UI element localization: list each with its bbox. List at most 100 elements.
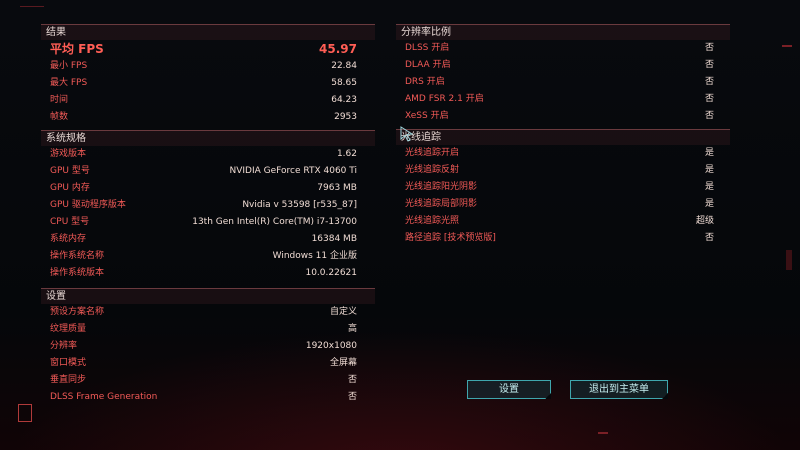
results-section: 结果 平均 FPS 45.97 最小 FPS 22.84 最大 FPS 58.6… — [41, 24, 375, 126]
scaling-label: DRS 开启 — [405, 77, 445, 87]
scaling-row: XeSS 开启 否 — [396, 108, 730, 125]
ray-tracing-section: 光线追踪 光线追踪开启 是 光线追踪反射 是 光线追踪阳光阴影 是 光线追踪局部… — [396, 129, 730, 247]
scaling-value: 否 — [704, 111, 714, 121]
setting-label: 纹理质量 — [50, 324, 87, 334]
spec-label: CPU 型号 — [50, 217, 90, 227]
scaling-value: 否 — [704, 94, 714, 104]
setting-value: 高 — [347, 324, 357, 334]
ray-tracing-label: 光线追踪光照 — [405, 216, 460, 226]
ray-tracing-row: 光线追踪局部阴影 是 — [396, 196, 730, 213]
decor-tick — [598, 432, 608, 434]
ray-tracing-row: 光线追踪反射 是 — [396, 162, 730, 179]
ray-tracing-value: 是 — [704, 182, 714, 192]
results-header: 结果 — [41, 24, 375, 40]
scaling-row: AMD FSR 2.1 开启 否 — [396, 91, 730, 108]
scaling-label: DLAA 开启 — [405, 60, 451, 70]
spec-label: 操作系统版本 — [50, 268, 105, 278]
spec-value: 7963 MB — [317, 183, 357, 193]
exit-to-main-menu-button[interactable]: 退出到主菜单 — [570, 380, 668, 399]
ray-tracing-label: 光线追踪开启 — [405, 148, 460, 158]
settings-button[interactable]: 设置 — [467, 380, 551, 399]
resolution-scaling-header: 分辨率比例 — [396, 24, 730, 40]
ray-tracing-row: 光线追踪阳光阴影 是 — [396, 179, 730, 196]
stat-label: 最大 FPS — [50, 78, 88, 88]
stat-value: 2953 — [334, 112, 357, 122]
spec-label: 操作系统名称 — [50, 251, 105, 261]
spec-label: GPU 驱动程序版本 — [50, 200, 126, 210]
decor-tick — [786, 250, 792, 270]
stat-label: 帧数 — [50, 112, 69, 122]
spec-row: 游戏版本 1.62 — [41, 146, 375, 163]
setting-value: 否 — [347, 392, 357, 402]
spec-value: 10.0.22621 — [305, 268, 357, 278]
ray-tracing-value: 是 — [704, 199, 714, 209]
scaling-row: DLSS 开启 否 — [396, 40, 730, 57]
setting-label: 预设方案名称 — [50, 307, 105, 317]
spec-label: 系统内存 — [50, 234, 87, 244]
ray-tracing-row: 光线追踪开启 是 — [396, 145, 730, 162]
ray-tracing-value: 是 — [704, 165, 714, 175]
ray-tracing-header: 光线追踪 — [396, 129, 730, 145]
stat-row: 帧数 2953 — [41, 109, 375, 126]
spec-row: GPU 内存 7963 MB — [41, 180, 375, 197]
setting-row: 纹理质量 高 — [41, 321, 375, 338]
stat-value: 58.65 — [331, 78, 357, 88]
mouse-cursor-icon — [400, 126, 414, 142]
ray-tracing-label: 路径追踪 [技术预览版] — [405, 233, 496, 243]
avg-fps-value: 45.97 — [319, 42, 357, 56]
stat-value: 22.84 — [331, 61, 357, 71]
scaling-row: DLAA 开启 否 — [396, 57, 730, 74]
settings-section: 设置 预设方案名称 自定义 纹理质量 高 分辨率 1920x1080 窗口模式 … — [41, 288, 375, 406]
scaling-label: DLSS 开启 — [405, 43, 450, 53]
setting-row: 垂直同步 否 — [41, 372, 375, 389]
stat-row: 时间 64.23 — [41, 92, 375, 109]
setting-label: 垂直同步 — [50, 375, 87, 385]
setting-label: 分辨率 — [50, 341, 78, 351]
ray-tracing-value: 是 — [704, 148, 714, 158]
avg-fps-row: 平均 FPS 45.97 — [41, 40, 375, 58]
ray-tracing-row: 路径追踪 [技术预览版] 否 — [396, 230, 730, 247]
spec-value: Nvidia v 53598 [r535_87] — [242, 200, 357, 210]
ray-tracing-label: 光线追踪反射 — [405, 165, 460, 175]
spec-row: 操作系统版本 10.0.22621 — [41, 265, 375, 282]
spec-label: GPU 内存 — [50, 183, 90, 193]
setting-row: DLSS Frame Generation 否 — [41, 389, 375, 406]
setting-row: 窗口模式 全屏幕 — [41, 355, 375, 372]
ray-tracing-label: 光线追踪局部阴影 — [405, 199, 478, 209]
spec-value: Windows 11 企业版 — [272, 251, 357, 261]
spec-row: GPU 驱动程序版本 Nvidia v 53598 [r535_87] — [41, 197, 375, 214]
spec-row: GPU 型号 NVIDIA GeForce RTX 4060 Ti — [41, 163, 375, 180]
stat-label: 最小 FPS — [50, 61, 88, 71]
resolution-scaling-section: 分辨率比例 DLSS 开启 否 DLAA 开启 否 DRS 开启 否 AMD F… — [396, 24, 730, 125]
scaling-row: DRS 开启 否 — [396, 74, 730, 91]
setting-label: 窗口模式 — [50, 358, 87, 368]
spec-label: GPU 型号 — [50, 166, 90, 176]
spec-value: 13th Gen Intel(R) Core(TM) i7-13700 — [192, 217, 357, 227]
ray-tracing-row: 光线追踪光照 超级 — [396, 213, 730, 230]
spec-value: NVIDIA GeForce RTX 4060 Ti — [229, 166, 357, 176]
stat-value: 64.23 — [331, 95, 357, 105]
setting-value: 全屏幕 — [329, 358, 357, 368]
system-specs-header: 系统规格 — [41, 130, 375, 146]
scaling-value: 否 — [704, 60, 714, 70]
spec-row: 操作系统名称 Windows 11 企业版 — [41, 248, 375, 265]
scaling-label: AMD FSR 2.1 开启 — [405, 94, 484, 104]
avg-fps-label: 平均 FPS — [50, 42, 104, 56]
spec-row: CPU 型号 13th Gen Intel(R) Core(TM) i7-137… — [41, 214, 375, 231]
spec-value: 16384 MB — [311, 234, 357, 244]
spec-label: 游戏版本 — [50, 149, 87, 159]
benchmark-results-screen: 结果 平均 FPS 45.97 最小 FPS 22.84 最大 FPS 58.6… — [0, 0, 800, 450]
ray-tracing-label: 光线追踪阳光阴影 — [405, 182, 478, 192]
left-column: 结果 平均 FPS 45.97 最小 FPS 22.84 最大 FPS 58.6… — [41, 24, 375, 406]
stat-label: 时间 — [50, 95, 69, 105]
scaling-value: 否 — [704, 43, 714, 53]
stat-row: 最大 FPS 58.65 — [41, 75, 375, 92]
decor-tick — [20, 6, 44, 7]
scaling-label: XeSS 开启 — [405, 111, 449, 121]
spec-value: 1.62 — [336, 149, 357, 159]
setting-row: 预设方案名称 自定义 — [41, 304, 375, 321]
stat-row: 最小 FPS 22.84 — [41, 58, 375, 75]
spec-row: 系统内存 16384 MB — [41, 231, 375, 248]
setting-value: 自定义 — [329, 307, 357, 317]
setting-label: DLSS Frame Generation — [50, 392, 158, 402]
